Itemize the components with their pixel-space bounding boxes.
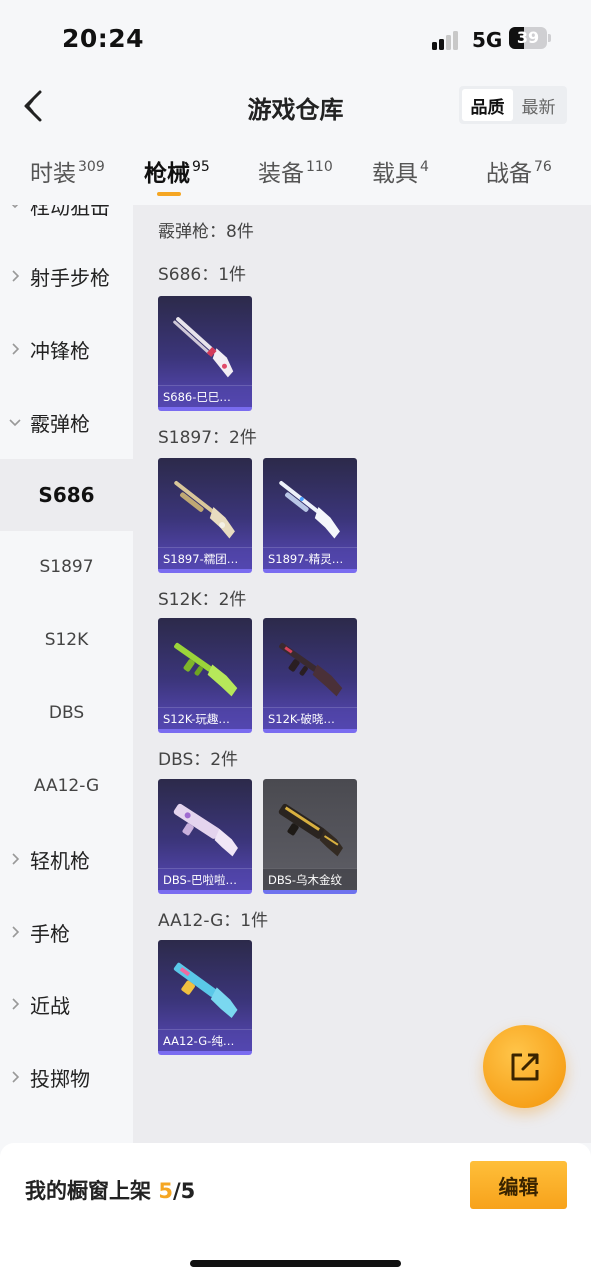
- status-bar: 20:24 5G 39: [0, 0, 591, 78]
- chevron-right-icon: [0, 853, 30, 865]
- group-title: S1897：2件: [158, 428, 257, 448]
- header: 游戏仓库 品质 最新: [0, 78, 591, 134]
- sidebar-item-smg[interactable]: 冲锋枪: [0, 313, 133, 385]
- tab-count: 309: [78, 159, 105, 175]
- sidebar-subitem-s1897[interactable]: S1897: [0, 531, 133, 603]
- tab-vehicles[interactable]: 载具 4: [372, 154, 429, 198]
- group-title: AA12-G：1件: [158, 911, 269, 931]
- weapon-card-label: S12K-玩趣…: [158, 707, 252, 729]
- weapon-list: 霰弹枪：8件 S686：1件 S686-巳巳… S1897：2件 S1897-糯…: [133, 205, 591, 1143]
- chevron-right-icon: [0, 270, 30, 282]
- sort-quality-option[interactable]: 品质: [462, 89, 513, 121]
- sidebar-subitem-dbs[interactable]: DBS: [0, 677, 133, 749]
- showcase-bar: 我的橱窗上架 5/5 编辑: [0, 1143, 591, 1280]
- tab-equipment[interactable]: 装备 110: [258, 154, 333, 198]
- home-indicator: [190, 1260, 401, 1267]
- weapon-card[interactable]: S1897-精灵…: [263, 458, 357, 573]
- sidebar-subitem-s12k[interactable]: S12K: [0, 604, 133, 676]
- tab-count: 95: [192, 159, 210, 175]
- chevron-right-icon: [0, 1071, 30, 1083]
- showcase-total: /5: [172, 1179, 196, 1203]
- weapon-card[interactable]: DBS-乌木金纹: [263, 779, 357, 894]
- sidebar-item-label: 射手步枪: [30, 265, 110, 290]
- sidebar-item-bolt-sniper[interactable]: 栓动狙击: [0, 205, 133, 241]
- tab-label: 装备: [258, 161, 304, 187]
- signal-icon: [432, 30, 462, 50]
- shotgun-skin-icon: [173, 317, 234, 378]
- shotgun-skin-icon: [279, 481, 340, 539]
- sidebar-item-shotgun[interactable]: 霰弹枪: [0, 386, 133, 458]
- weapon-card-label: S1897-糯团…: [158, 547, 252, 569]
- network-label: 5G: [472, 28, 503, 52]
- chevron-right-icon: [0, 998, 30, 1010]
- tab-count: 110: [306, 159, 333, 175]
- sidebar-item-label: 投掷物: [30, 1066, 90, 1091]
- battery-percent: 39: [516, 28, 540, 47]
- share-icon: [511, 1053, 538, 1080]
- tab-label: 时装: [30, 161, 76, 187]
- shotgun-skin-icon: [173, 962, 238, 1018]
- tab-supplies[interactable]: 战备 76: [486, 154, 552, 198]
- sidebar-subitem-s686[interactable]: S686: [0, 459, 133, 531]
- shotgun-skin-icon: [174, 481, 235, 539]
- shotgun-skin-icon: [278, 803, 343, 857]
- weapon-card-label: AA12-G-纯…: [158, 1029, 252, 1051]
- weapon-category-sidebar: 栓动狙击 射手步枪 冲锋枪 霰弹枪 S686 S1897 S12K DBS AA…: [0, 205, 133, 1143]
- weapon-card[interactable]: S686-巳巳…: [158, 296, 252, 411]
- weapon-card[interactable]: S12K-破晓…: [263, 618, 357, 733]
- status-time: 20:24: [62, 24, 145, 53]
- sidebar-item-label: 轻机枪: [30, 848, 90, 873]
- weapon-card-label: DBS-乌木金纹: [263, 868, 357, 890]
- sidebar-item-label: 手枪: [30, 921, 70, 946]
- weapon-card[interactable]: DBS-巴啦啦…: [158, 779, 252, 894]
- weapon-card[interactable]: S1897-糯团…: [158, 458, 252, 573]
- tab-label: 枪械: [144, 161, 190, 187]
- sidebar-item-label: 近战: [30, 993, 70, 1018]
- chevron-right-icon: [0, 926, 30, 938]
- showcase-label: 我的橱窗上架: [25, 1179, 151, 1203]
- chevron-right-icon: [0, 343, 30, 355]
- sort-toggle: 品质 最新: [459, 86, 567, 124]
- tab-label: 战备: [486, 161, 532, 187]
- group-title: S686：1件: [158, 265, 247, 285]
- sidebar-item-pistol[interactable]: 手枪: [0, 896, 133, 968]
- sidebar-subitem-aa12g[interactable]: AA12-G: [0, 750, 133, 822]
- sidebar-item-label: 栓动狙击: [30, 205, 110, 219]
- share-button[interactable]: [483, 1025, 566, 1108]
- weapon-card[interactable]: S12K-玩趣…: [158, 618, 252, 733]
- section-title: 霰弹枪：8件: [158, 222, 254, 242]
- shotgun-skin-icon: [174, 642, 238, 697]
- sort-newest-option[interactable]: 最新: [513, 89, 564, 121]
- tab-count: 76: [534, 159, 552, 175]
- sidebar-item-throwables[interactable]: 投掷物: [0, 1041, 133, 1113]
- sidebar-item-melee[interactable]: 近战: [0, 968, 133, 1040]
- weapon-card-label: S12K-破晓…: [263, 707, 357, 729]
- tab-label: 载具: [372, 161, 418, 187]
- showcase-status: 我的橱窗上架 5/5: [25, 1175, 195, 1205]
- weapon-card-label: DBS-巴啦啦…: [158, 868, 252, 890]
- tab-fashion[interactable]: 时装 309: [30, 154, 105, 198]
- sidebar-item-label: 冲锋枪: [30, 338, 90, 363]
- shotgun-skin-icon: [173, 803, 238, 857]
- showcase-current: 5: [158, 1179, 173, 1203]
- weapon-card[interactable]: AA12-G-纯…: [158, 940, 252, 1055]
- sidebar-item-lmg[interactable]: 轻机枪: [0, 823, 133, 895]
- tab-count: 4: [420, 159, 429, 175]
- active-tab-indicator: [157, 192, 181, 196]
- battery-icon: 39: [509, 27, 551, 49]
- weapon-card-label: S1897-精灵…: [263, 547, 357, 569]
- shotgun-skin-icon: [279, 642, 343, 697]
- group-title: DBS：2件: [158, 750, 239, 770]
- weapon-card-label: S686-巳巳…: [158, 385, 252, 407]
- chevron-down-icon: [0, 417, 30, 427]
- group-title: S12K：2件: [158, 590, 247, 610]
- category-tabs: 时装 309 枪械 95 装备 110 载具 4 战备 76: [0, 148, 591, 200]
- sidebar-item-label: 霰弹枪: [30, 411, 90, 436]
- sidebar-item-marksman-rifle[interactable]: 射手步枪: [0, 240, 133, 312]
- edit-button[interactable]: 编辑: [470, 1161, 567, 1209]
- chevron-down-icon: [0, 205, 30, 210]
